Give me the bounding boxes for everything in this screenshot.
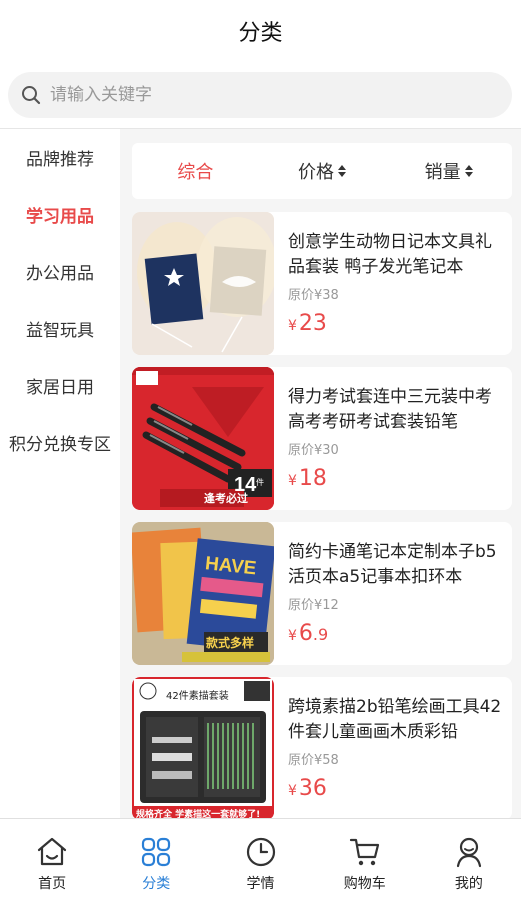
search-bar[interactable] [8, 72, 512, 118]
sort-price[interactable]: 价格 [259, 158, 386, 184]
category-icon [142, 837, 171, 867]
price-integer: 6 [298, 621, 313, 646]
product-content: 综合 价格 销量 创意学生动物日记本文具礼品套装 鸭子发光笔记本 原价¥38 ¥… [120, 129, 521, 818]
product-price: ¥6.9 [288, 621, 502, 646]
price-integer: 36 [298, 776, 327, 801]
category-sidebar: 品牌推荐 学习用品 办公用品 益智玩具 家居日用 积分兑换专区 [0, 129, 120, 818]
product-name: 简约卡通笔记本定制本子b5活页本a5记事本扣环本 [288, 542, 497, 587]
currency-symbol: ¥ [288, 318, 297, 334]
p4-title: 42件素描套装 [166, 689, 229, 702]
price-integer: 23 [298, 311, 327, 336]
product-info: 简约卡通笔记本定制本子b5活页本a5记事本扣环本 原价¥12 ¥6.9 [274, 522, 512, 665]
cart-icon [349, 838, 379, 866]
product-info: 得力考试套连中三元装中考高考考研考试套装铅笔 原价¥30 ¥18 [274, 367, 512, 510]
search-input[interactable] [50, 85, 470, 105]
sidebar-item-puzzle-toys[interactable]: 益智玩具 [0, 300, 120, 357]
product-info: 创意学生动物日记本文具礼品套装 鸭子发光笔记本 原价¥38 ¥23 [274, 212, 512, 355]
product-info: 跨境素描2b铅笔绘画工具42件套儿童画画木质彩铅 原价¥58 ¥36 [274, 677, 512, 818]
price-integer: 18 [298, 466, 327, 491]
product-card[interactable]: 创意学生动物日记本文具礼品套装 鸭子发光笔记本 原价¥38 ¥23 [132, 212, 512, 355]
product-image [132, 212, 274, 355]
tab-mine[interactable]: 我的 [417, 819, 521, 899]
product-name: 创意学生动物日记本文具礼品套装 鸭子发光笔记本 [288, 232, 492, 277]
product-original-price: 原价¥58 [288, 753, 339, 768]
product-card[interactable]: 14 件 逢考必过 得力考试套连中三元装中考高考考研考试套装铅笔 原价¥30 ¥… [132, 367, 512, 510]
tab-study-label: 学情 [246, 876, 275, 892]
p4-footer: 规格齐全 学素描这一套就够了! [136, 808, 260, 818]
product-image: 14 件 逢考必过 [132, 367, 274, 510]
tab-study[interactable]: 学情 [208, 819, 312, 899]
p2-slogan: 逢考必过 [204, 491, 248, 505]
sidebar-item-household[interactable]: 家居日用 [0, 357, 120, 414]
sort-sales[interactable]: 销量 [385, 158, 512, 184]
product-card[interactable]: HAVE 款式多样 简约卡通笔记本定制本子b5活页本a5记事本扣环本 原价¥12… [132, 522, 512, 665]
sort-bar: 综合 价格 销量 [132, 143, 512, 199]
tab-mine-label: 我的 [454, 876, 483, 892]
header-bar: 分类 [0, 0, 521, 62]
sidebar-item-study-supplies[interactable]: 学习用品 [0, 186, 120, 243]
currency-symbol: ¥ [288, 628, 297, 644]
price-decimal: .9 [312, 625, 329, 644]
p3-slogan: 款式多样 [206, 635, 254, 650]
product-name: 得力考试套连中三元装中考高考考研考试套装铅笔 [288, 387, 492, 432]
page-title: 分类 [238, 21, 283, 46]
search-icon [20, 84, 42, 106]
product-original-price: 原价¥38 [288, 288, 339, 303]
p2-unit: 件 [256, 477, 264, 487]
sort-comprehensive[interactable]: 综合 [132, 158, 259, 184]
tab-home[interactable]: 首页 [0, 819, 104, 899]
product-card[interactable]: 42件素描套装 规格齐全 学素描这一套就够了! 跨境素描2b铅笔绘画工具42件套… [132, 677, 512, 818]
tab-category[interactable]: 分类 [104, 819, 208, 899]
clock-icon [246, 837, 275, 867]
sort-sales-label: 销量 [424, 162, 461, 183]
product-price: ¥23 [288, 311, 502, 336]
sort-price-label: 价格 [298, 162, 334, 183]
product-original-price: 原价¥12 [288, 598, 339, 613]
tab-home-label: 首页 [38, 876, 67, 892]
sort-arrows-icon [464, 165, 473, 177]
tab-cart-label: 购物车 [343, 876, 386, 892]
sidebar-item-office-supplies[interactable]: 办公用品 [0, 243, 120, 300]
user-icon [456, 837, 482, 868]
currency-symbol: ¥ [288, 783, 297, 799]
currency-symbol: ¥ [288, 473, 297, 489]
product-price: ¥18 [288, 466, 502, 491]
product-image: 42件素描套装 规格齐全 学素描这一套就够了! [132, 677, 274, 818]
sidebar-item-points-exchange[interactable]: 积分兑换专区 [0, 414, 120, 471]
sort-comprehensive-label: 综合 [177, 162, 214, 183]
product-name: 跨境素描2b铅笔绘画工具42件套儿童画画木质彩铅 [288, 697, 502, 742]
sort-arrows-icon [338, 165, 346, 177]
tab-category-label: 分类 [142, 876, 171, 892]
product-image: HAVE 款式多样 [132, 522, 274, 665]
bottom-tab-bar: 首页 分类 学情 购物车 我的 [0, 818, 521, 899]
sidebar-item-brand[interactable]: 品牌推荐 [0, 129, 120, 186]
tab-cart[interactable]: 购物车 [313, 819, 417, 899]
product-price: ¥36 [288, 776, 502, 801]
home-icon [37, 837, 67, 866]
product-original-price: 原价¥30 [288, 443, 339, 458]
